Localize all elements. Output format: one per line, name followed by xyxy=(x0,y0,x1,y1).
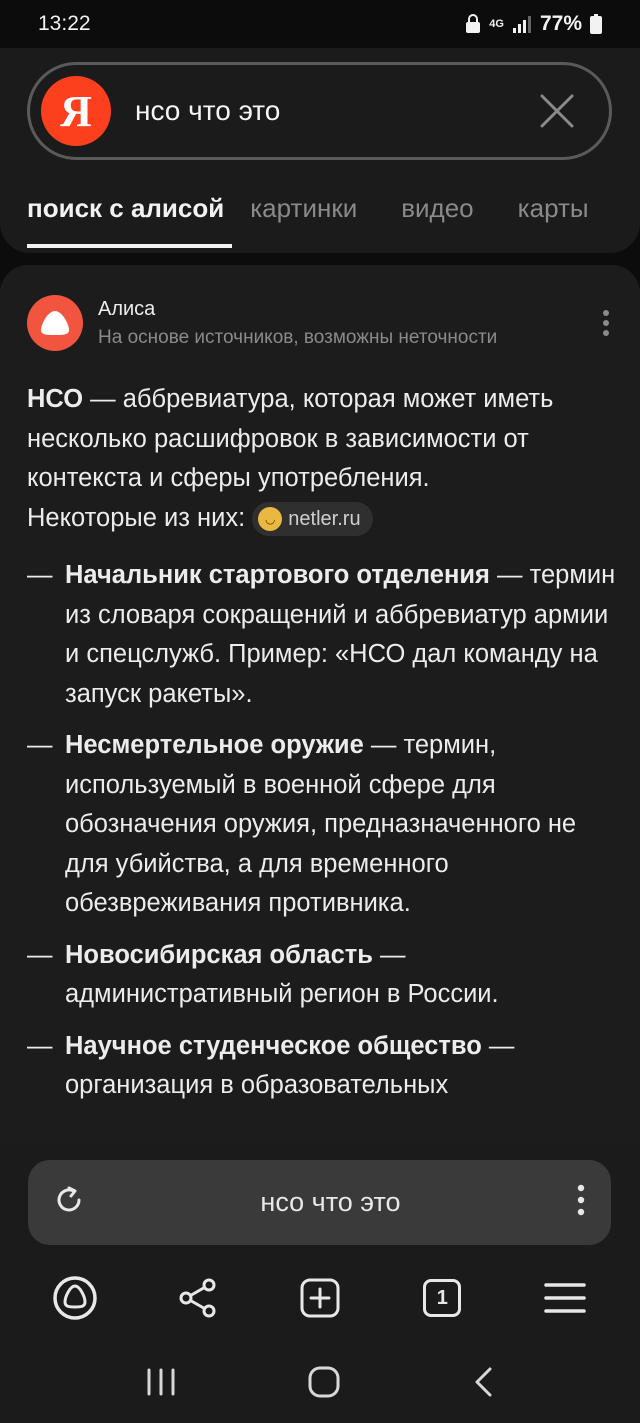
alice-header: Алиса На основе источников, возможны нет… xyxy=(27,295,497,351)
close-icon xyxy=(540,94,574,128)
intro-line: — аббревиатура, которая может иметь xyxy=(83,385,554,413)
more-vertical-icon xyxy=(577,1184,585,1216)
tab-images[interactable]: картинки xyxy=(250,188,357,248)
list-item: — Научное студенческое общество — органи… xyxy=(27,1031,515,1100)
battery-percent: 77% xyxy=(539,12,582,35)
search-tabs: поиск с алисой картинки видео карты xyxy=(27,188,633,248)
source-chip-label: netler.ru xyxy=(288,507,361,530)
intro-line: контекста и сферы употребления. xyxy=(27,464,430,492)
tab-maps[interactable]: карты xyxy=(518,188,589,248)
status-bar: 13:22 4G 77% xyxy=(0,0,640,48)
new-tab-button[interactable] xyxy=(285,1263,355,1333)
share-icon xyxy=(179,1278,216,1318)
intro-term: НСО xyxy=(27,385,84,413)
intro-line: несколько расшифровок в зависимости от xyxy=(27,424,529,453)
list-item: — Новосибирская область — административн… xyxy=(27,940,499,1009)
browser-bottom-panel: нсо что это 1 xyxy=(0,1145,640,1423)
hamburger-icon xyxy=(544,1283,586,1313)
back-icon xyxy=(475,1367,492,1396)
source-chip[interactable]: ◡ netler.ru xyxy=(252,501,373,536)
search-box[interactable]: Я нсо что это xyxy=(27,62,612,160)
alice-disclaimer: На основе источников, возможны неточност… xyxy=(98,326,498,348)
status-time: 13:22 xyxy=(38,12,91,35)
home-icon xyxy=(308,1366,340,1397)
item-term: Несмертельное оружие xyxy=(65,731,364,759)
plus-square-icon xyxy=(300,1278,340,1318)
nerd-emoji-icon: ◡ xyxy=(258,506,283,531)
search-header: Я нсо что это поиск с алисой картинки ви… xyxy=(0,48,640,253)
system-nav-bar xyxy=(0,1345,640,1423)
answer-intro: НСО — аббревиатура, которая может иметь … xyxy=(27,380,617,538)
clear-search-button[interactable] xyxy=(527,81,587,141)
signal-icon xyxy=(512,15,532,33)
definition-list: — Начальник стартового отделения — терми… xyxy=(27,556,617,1106)
tabs-button[interactable]: 1 xyxy=(407,1263,477,1333)
alice-answer-card: Алиса На основе источников, возможны нет… xyxy=(0,265,640,1150)
alice-avatar xyxy=(27,295,83,351)
alice-logo-icon xyxy=(41,311,69,335)
status-indicators: 4G 77% xyxy=(465,12,602,36)
address-menu-button[interactable] xyxy=(577,1184,585,1221)
reload-icon xyxy=(57,1186,81,1212)
yandex-logo[interactable]: Я xyxy=(41,76,111,146)
recent-apps-button[interactable] xyxy=(146,1368,176,1401)
tabs-count: 1 xyxy=(423,1279,462,1317)
list-item: — Начальник стартового отделения — терми… xyxy=(27,561,616,708)
card-more-button[interactable] xyxy=(602,309,610,342)
list-item: — Несмертельное оружие — термин, использ… xyxy=(27,731,577,917)
back-button[interactable] xyxy=(472,1366,494,1403)
recent-apps-icon xyxy=(147,1368,175,1395)
alice-name: Алиса xyxy=(98,297,156,320)
more-vertical-icon xyxy=(603,310,609,336)
item-term: Научное студенческое общество xyxy=(65,1031,482,1060)
intro-line: Некоторые из них: xyxy=(27,503,246,532)
search-input[interactable]: нсо что это xyxy=(135,95,527,127)
reload-button[interactable] xyxy=(54,1185,84,1220)
item-term: Начальник стартового отделения xyxy=(65,561,490,589)
tab-search-with-alice[interactable]: поиск с алисой xyxy=(27,188,233,248)
browser-toolbar: 1 xyxy=(0,1263,640,1333)
answer-text: НСО — аббревиатура, которая может иметь … xyxy=(27,380,617,1118)
share-button[interactable] xyxy=(163,1263,233,1333)
menu-button[interactable] xyxy=(530,1263,600,1333)
item-term: Новосибирская область xyxy=(65,940,373,969)
home-button[interactable] xyxy=(308,1366,340,1403)
alice-button[interactable] xyxy=(40,1263,110,1333)
address-bar[interactable]: нсо что это xyxy=(28,1160,611,1245)
battery-icon xyxy=(590,14,602,34)
vpn-lock-icon xyxy=(465,14,481,34)
alice-ring-icon xyxy=(53,1276,97,1320)
network-type-icon: 4G xyxy=(489,18,504,30)
address-text[interactable]: нсо что это xyxy=(260,1187,400,1218)
tab-video[interactable]: видео xyxy=(401,188,473,248)
